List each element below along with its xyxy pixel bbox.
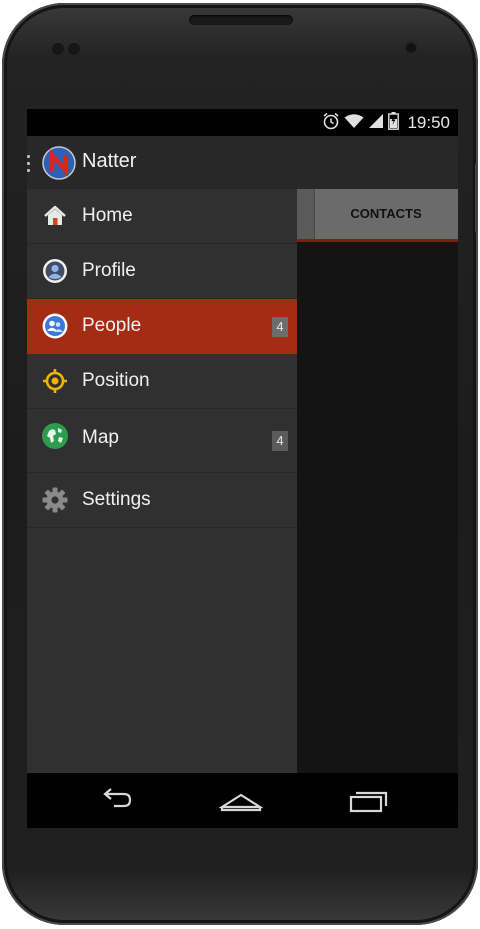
earpiece-speaker bbox=[189, 15, 293, 25]
drawer-item-label: Map bbox=[82, 427, 119, 448]
position-icon bbox=[41, 367, 69, 395]
count-badge: 4 bbox=[272, 431, 288, 451]
app-title: Natter bbox=[82, 150, 137, 172]
back-icon[interactable] bbox=[94, 785, 138, 815]
wifi-icon bbox=[344, 113, 364, 134]
proximity-sensor bbox=[52, 43, 64, 55]
drawer-item-position[interactable]: Position bbox=[27, 354, 297, 409]
tab-divider bbox=[297, 189, 315, 239]
screen: 19:50 Natter CONTACTS Home Profile Peopl… bbox=[27, 109, 458, 828]
count-badge: 4 bbox=[272, 317, 288, 337]
profile-icon bbox=[41, 257, 69, 285]
drawer-item-settings[interactable]: Settings bbox=[27, 473, 297, 528]
natter-logo-icon[interactable] bbox=[42, 146, 76, 180]
drawer-item-label: Home bbox=[82, 205, 133, 226]
home-nav-icon[interactable] bbox=[218, 785, 264, 815]
drawer-item-label: People bbox=[82, 315, 142, 336]
navigation-drawer: Home Profile People 4 Position Map 4 Set… bbox=[27, 189, 297, 773]
home-icon bbox=[41, 202, 69, 230]
drawer-item-map[interactable]: Map 4 bbox=[27, 409, 297, 473]
status-bar: 19:50 bbox=[27, 109, 458, 136]
power-button bbox=[475, 163, 478, 233]
battery-icon bbox=[388, 111, 400, 135]
drawer-item-label: Settings bbox=[82, 489, 151, 510]
tab-contacts-label: CONTACTS bbox=[350, 206, 422, 221]
people-icon bbox=[41, 312, 69, 340]
light-sensor bbox=[68, 43, 80, 55]
front-camera bbox=[404, 41, 418, 55]
tab-contacts[interactable]: CONTACTS bbox=[297, 189, 458, 242]
map-icon bbox=[41, 422, 69, 450]
recents-icon[interactable] bbox=[347, 785, 391, 815]
drawer-item-profile[interactable]: Profile bbox=[27, 244, 297, 299]
action-bar: Natter bbox=[27, 136, 458, 189]
drawer-item-label: Position bbox=[82, 370, 150, 391]
settings-icon bbox=[41, 486, 69, 514]
system-navigation-bar bbox=[27, 773, 458, 828]
drawer-indicator-icon[interactable] bbox=[27, 155, 31, 173]
alarm-icon bbox=[322, 112, 340, 135]
drawer-item-home[interactable]: Home bbox=[27, 189, 297, 244]
drawer-item-label: Profile bbox=[82, 260, 136, 281]
status-time: 19:50 bbox=[407, 113, 450, 132]
drawer-item-people[interactable]: People 4 bbox=[27, 299, 297, 354]
signal-icon bbox=[368, 113, 384, 134]
main-content: CONTACTS bbox=[297, 189, 458, 773]
